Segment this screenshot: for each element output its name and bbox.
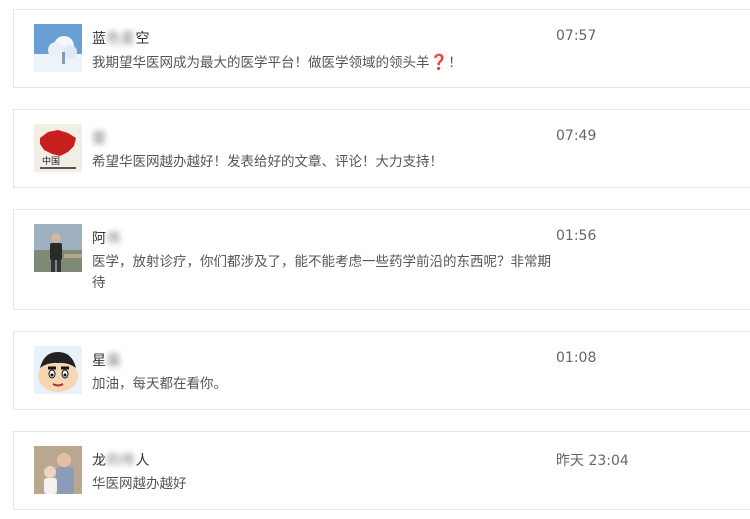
comment-list: 蓝色星空 07:57 我期望华医网成为最大的医学平台！做医学领域的领头羊❓！ 中… <box>0 0 750 519</box>
username[interactable]: 阿伟 <box>92 228 121 248</box>
comment-text: 希望华医网越办越好！发表给好的文章、评论！大力支持！ <box>92 154 443 170</box>
username[interactable]: 龙的传人 <box>92 450 150 470</box>
timestamp: 01:56 <box>556 228 597 244</box>
comment-text: 华医网越办越好 <box>92 476 187 492</box>
question-mark-icon: ❓ <box>429 53 449 71</box>
comment-text: 我期望华医网成为最大的医学平台！做医学领域的领头羊❓！ <box>92 53 462 71</box>
comment-card: 中国 雲 07:49 希望华医网越办越好！发表给好的文章、评论！大力支持！ <box>13 109 750 188</box>
china-map-avatar[interactable]: 中国 <box>34 124 82 172</box>
username[interactable]: 星晨 <box>92 350 121 370</box>
snowy-tree-avatar[interactable] <box>34 24 82 72</box>
man-outdoor-avatar[interactable] <box>34 224 82 272</box>
comment-card: 星晨 01:08 加油，每天都在看你。 <box>13 331 750 410</box>
comment-text: 医学，放射诊疗，你们都涉及了，能不能考虑一些药学前沿的东西呢？非常期待 <box>92 254 551 291</box>
timestamp: 07:57 <box>556 28 597 44</box>
comment-text: 加油，每天都在看你。 <box>92 376 227 392</box>
comment-card: 龙的传人 昨天 23:04 华医网越办越好 <box>13 431 750 510</box>
comment-card: 蓝色星空 07:57 我期望华医网成为最大的医学平台！做医学领域的领头羊❓！ <box>13 9 750 88</box>
father-child-avatar[interactable] <box>34 446 82 494</box>
timestamp: 07:49 <box>556 128 597 144</box>
username[interactable]: 蓝色星空 <box>92 28 150 48</box>
timestamp: 昨天 23:04 <box>556 453 629 469</box>
cartoon-boy-avatar[interactable] <box>34 346 82 394</box>
svg-text:中国: 中国 <box>42 155 60 167</box>
timestamp: 01:08 <box>556 350 597 366</box>
username[interactable]: 雲 <box>92 128 107 148</box>
comment-card: 阿伟 01:56 医学，放射诊疗，你们都涉及了，能不能考虑一些药学前沿的东西呢？… <box>13 209 750 310</box>
